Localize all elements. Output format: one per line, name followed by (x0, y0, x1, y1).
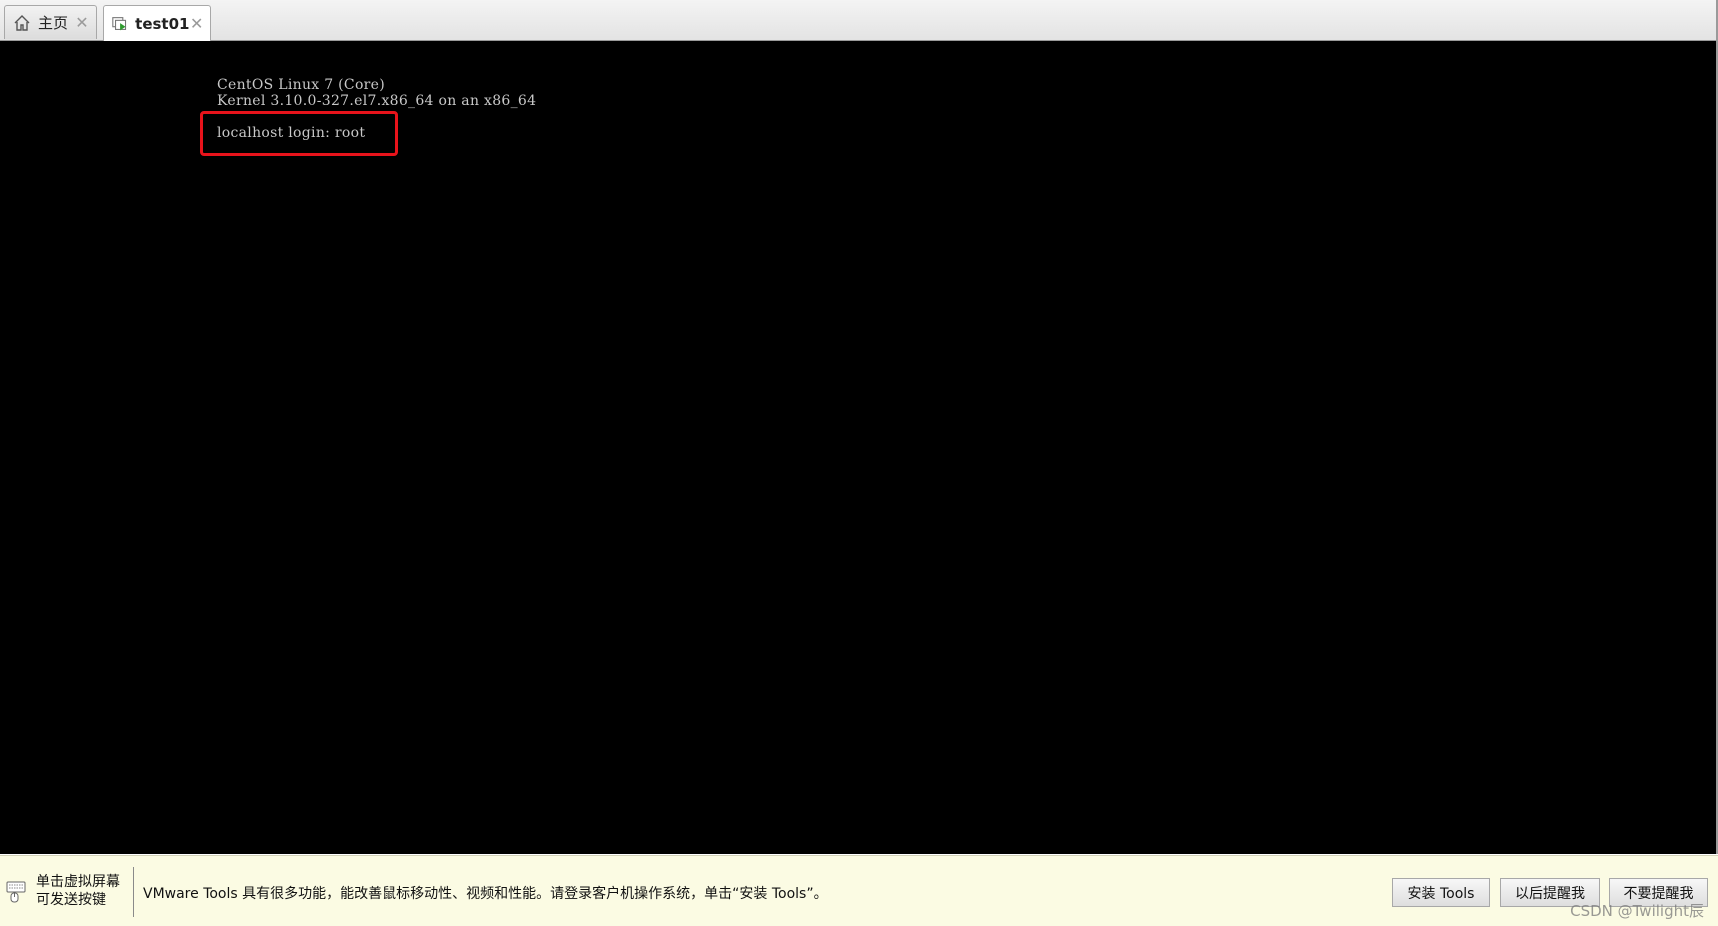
keyboard-hint: 单击虚拟屏幕 可发送按键 (6, 873, 132, 909)
tab-test01-label: test01 (135, 14, 190, 33)
vm-running-icon (112, 16, 127, 30)
vmware-window: 主页 ✕ test01 ✕ CentOS Linux 7 (Core) Kern… (0, 0, 1718, 926)
home-icon (14, 14, 30, 31)
keyboard-mouse-icon (6, 881, 26, 903)
vm-console-screen[interactable]: CentOS Linux 7 (Core) Kernel 3.10.0-327.… (0, 41, 1718, 854)
close-icon[interactable]: ✕ (189, 15, 204, 32)
vmware-tools-notification-bar: 单击虚拟屏幕 可发送按键 VMware Tools 具有很多功能，能改善鼠标移动… (0, 855, 1718, 926)
tab-test01[interactable]: test01 ✕ (103, 5, 211, 41)
install-tools-button[interactable]: 安装 Tools (1392, 878, 1490, 907)
divider (133, 867, 134, 917)
tab-bar: 主页 ✕ test01 ✕ (0, 0, 1718, 41)
keyboard-hint-text: 单击虚拟屏幕 可发送按键 (36, 874, 120, 908)
watermark: CSDN @Twilight辰 (1570, 902, 1704, 920)
console-os-line: CentOS Linux 7 (Core) (217, 77, 386, 93)
close-icon[interactable]: ✕ (74, 14, 90, 31)
console-kernel-line: Kernel 3.10.0-327.el7.x86_64 on an x86_6… (217, 93, 537, 109)
vmware-tools-message: VMware Tools 具有很多功能，能改善鼠标移动性、视频和性能。请登录客户… (143, 886, 828, 902)
tab-home[interactable]: 主页 ✕ (4, 5, 97, 39)
login-highlight-box (200, 111, 398, 156)
tab-home-label: 主页 (38, 14, 69, 32)
